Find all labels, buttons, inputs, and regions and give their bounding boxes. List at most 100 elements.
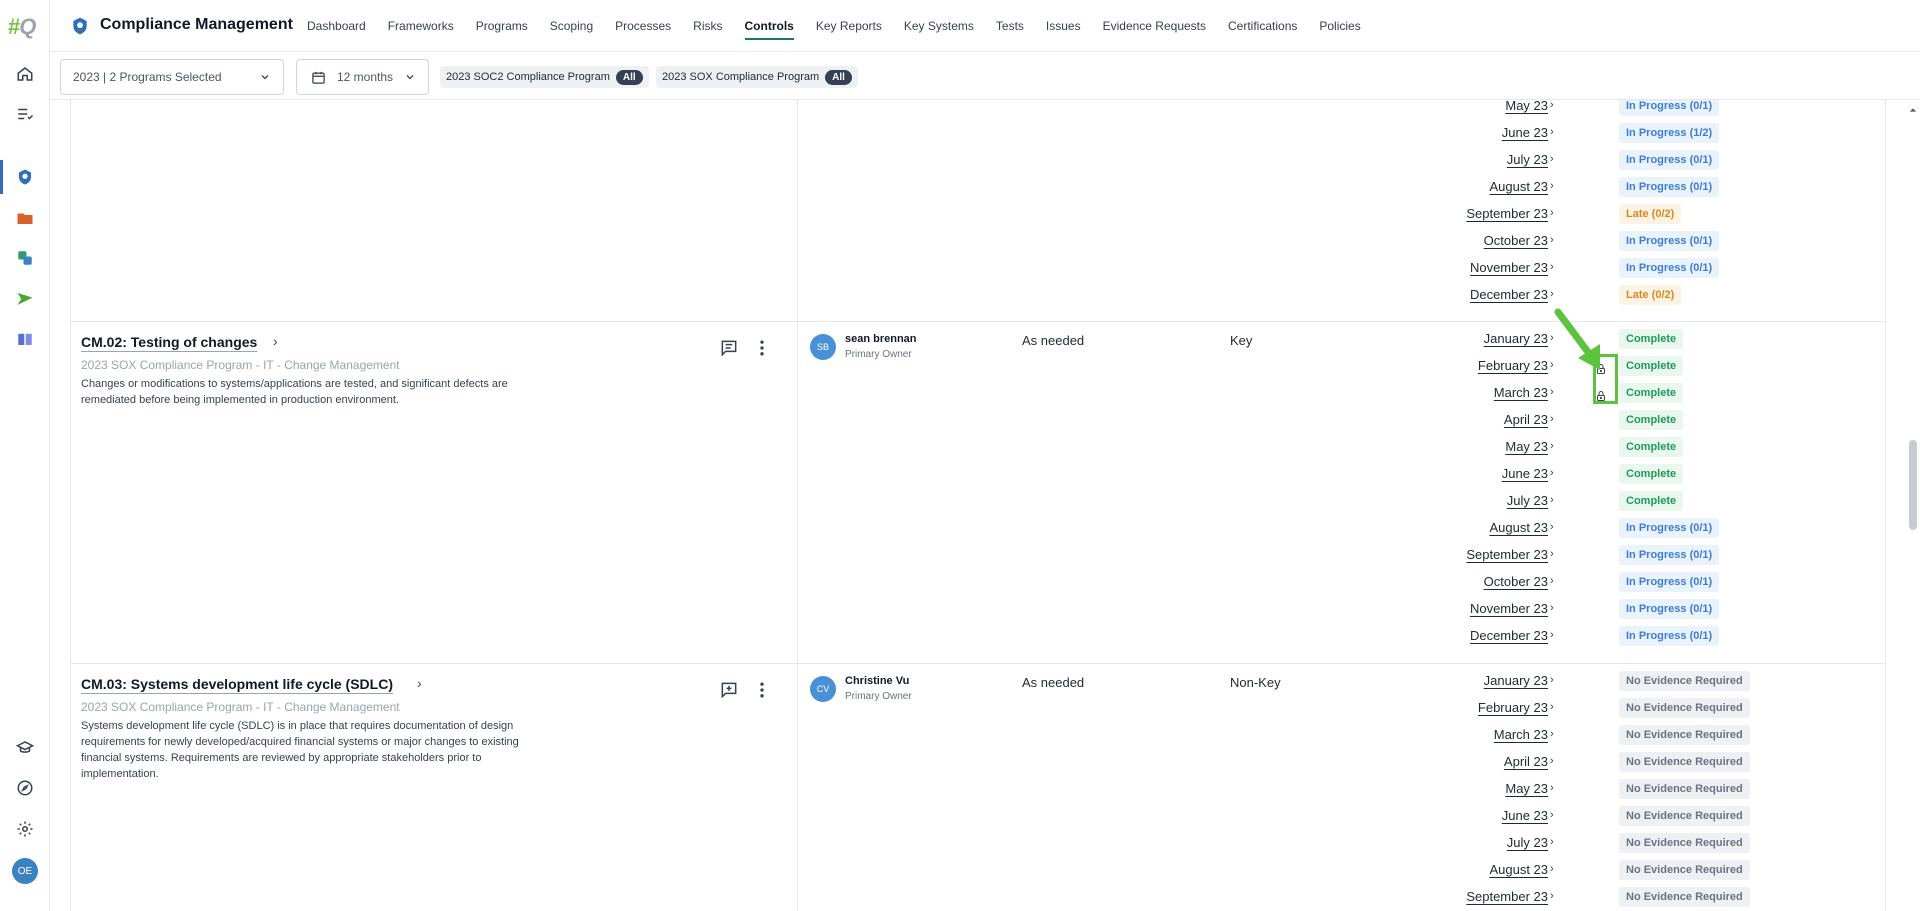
more-vertical-icon[interactable] [751,679,773,701]
status-badge[interactable]: No Evidence Required [1619,833,1750,853]
status-badge[interactable]: Complete [1619,464,1684,484]
chevron-right-icon[interactable]: › [1550,548,1554,560]
status-badge[interactable]: In Progress (0/1) [1619,100,1720,116]
status-badge[interactable]: No Evidence Required [1619,698,1750,718]
program-select[interactable]: 2023 | 2 Programs Selected [60,59,284,95]
chevron-right-icon[interactable]: › [1550,100,1554,111]
nav-policies[interactable]: Policies [1308,0,1371,52]
status-badge[interactable]: In Progress (0/1) [1619,177,1720,197]
period-link[interactable]: September 23 [1466,547,1548,562]
gear-icon[interactable] [12,816,38,842]
status-badge[interactable]: In Progress (0/1) [1619,258,1720,278]
chevron-right-icon[interactable]: › [1550,153,1554,165]
status-badge[interactable]: Complete [1619,437,1684,457]
more-vertical-icon[interactable] [751,337,773,359]
status-badge[interactable]: Complete [1619,383,1684,403]
status-badge[interactable]: Late (0/2) [1619,285,1682,305]
nav-scoping[interactable]: Scoping [539,0,604,52]
status-badge[interactable]: No Evidence Required [1619,806,1750,826]
control-title[interactable]: CM.03: Systems development life cycle (S… [81,676,393,692]
period-link[interactable]: January 23 [1484,673,1548,688]
period-link[interactable]: September 23 [1466,206,1548,221]
chevron-right-icon[interactable]: › [1550,809,1554,821]
status-badge[interactable]: Late (0/2) [1619,204,1682,224]
comment-icon[interactable] [718,337,740,359]
sync-icon[interactable] [12,245,38,271]
period-link[interactable]: February 23 [1478,700,1548,715]
nav-risks[interactable]: Risks [682,0,733,52]
brand-logo[interactable]: #Q [8,14,36,40]
chevron-right-icon[interactable]: › [1550,494,1554,506]
chevron-right-icon[interactable]: › [1550,126,1554,138]
period-link[interactable]: April 23 [1504,754,1548,769]
program-chip-sox[interactable]: 2023 SOX Compliance Program All [656,66,858,88]
user-avatar[interactable]: OE [12,858,38,884]
chevron-right-icon[interactable]: › [1550,890,1554,902]
add-comment-icon[interactable] [718,679,740,701]
program-chip-soc2[interactable]: 2023 SOC2 Compliance Program All [440,66,649,88]
chevron-right-icon[interactable]: › [1550,602,1554,614]
period-select[interactable]: 12 months [296,59,429,95]
nav-frameworks[interactable]: Frameworks [377,0,465,52]
period-link[interactable]: March 23 [1494,385,1548,400]
status-badge[interactable]: No Evidence Required [1619,779,1750,799]
status-badge[interactable]: No Evidence Required [1619,860,1750,880]
nav-certifications[interactable]: Certifications [1217,0,1308,52]
period-link[interactable]: April 23 [1504,412,1548,427]
period-link[interactable]: July 23 [1507,835,1548,850]
period-link[interactable]: May 23 [1505,781,1548,796]
compass-icon[interactable] [12,775,38,801]
chevron-right-icon[interactable]: › [273,333,278,349]
status-badge[interactable]: Complete [1619,491,1684,511]
chevron-right-icon[interactable]: › [1550,629,1554,641]
status-badge[interactable]: Complete [1619,410,1684,430]
chevron-right-icon[interactable]: › [1550,234,1554,246]
period-link[interactable]: July 23 [1507,493,1548,508]
task-list-icon[interactable] [12,101,38,127]
period-link[interactable]: November 23 [1470,601,1548,616]
chevron-right-icon[interactable]: › [1550,261,1554,273]
status-badge[interactable]: No Evidence Required [1619,671,1750,691]
vertical-scrollbar[interactable] [1906,100,1920,911]
period-link[interactable]: June 23 [1502,808,1548,823]
book-icon[interactable] [12,326,38,352]
scrollbar-thumb[interactable] [1909,440,1917,530]
status-badge[interactable]: No Evidence Required [1619,887,1750,907]
period-link[interactable]: October 23 [1484,233,1548,248]
status-badge[interactable]: In Progress (0/1) [1619,545,1720,565]
chevron-right-icon[interactable]: › [1550,575,1554,587]
nav-evidence-requests[interactable]: Evidence Requests [1092,0,1217,52]
status-badge[interactable]: In Progress (0/1) [1619,150,1720,170]
chevron-right-icon[interactable]: › [1550,413,1554,425]
chevron-right-icon[interactable]: › [1550,440,1554,452]
control-title[interactable]: CM.02: Testing of changes [81,334,257,350]
period-link[interactable]: August 23 [1489,520,1548,535]
chevron-right-icon[interactable]: › [1550,863,1554,875]
chevron-right-icon[interactable]: › [1550,701,1554,713]
period-link[interactable]: March 23 [1494,727,1548,742]
compliance-badge-icon[interactable] [12,164,38,190]
status-badge[interactable]: In Progress (0/1) [1619,626,1720,646]
home-icon[interactable] [12,61,38,87]
status-badge[interactable]: No Evidence Required [1619,752,1750,772]
status-badge[interactable]: In Progress (1/2) [1619,123,1720,143]
status-badge[interactable]: In Progress (0/1) [1619,599,1720,619]
nav-key-reports[interactable]: Key Reports [805,0,893,52]
nav-tests[interactable]: Tests [985,0,1035,52]
status-badge[interactable]: Complete [1619,356,1684,376]
period-link[interactable]: September 23 [1466,889,1548,904]
chevron-right-icon[interactable]: › [1550,836,1554,848]
nav-processes[interactable]: Processes [604,0,682,52]
nav-controls[interactable]: Controls [734,0,805,52]
status-badge[interactable]: In Progress (0/1) [1619,231,1720,251]
nav-key-systems[interactable]: Key Systems [893,0,985,52]
period-link[interactable]: February 23 [1478,358,1548,373]
status-badge[interactable]: Complete [1619,329,1684,349]
chevron-right-icon[interactable]: › [417,675,422,691]
period-link[interactable]: December 23 [1470,628,1548,643]
period-link[interactable]: June 23 [1502,125,1548,140]
chevron-right-icon[interactable]: › [1550,386,1554,398]
nav-dashboard[interactable]: Dashboard [296,0,377,52]
chevron-right-icon[interactable]: › [1550,207,1554,219]
graduation-cap-icon[interactable] [12,735,38,761]
